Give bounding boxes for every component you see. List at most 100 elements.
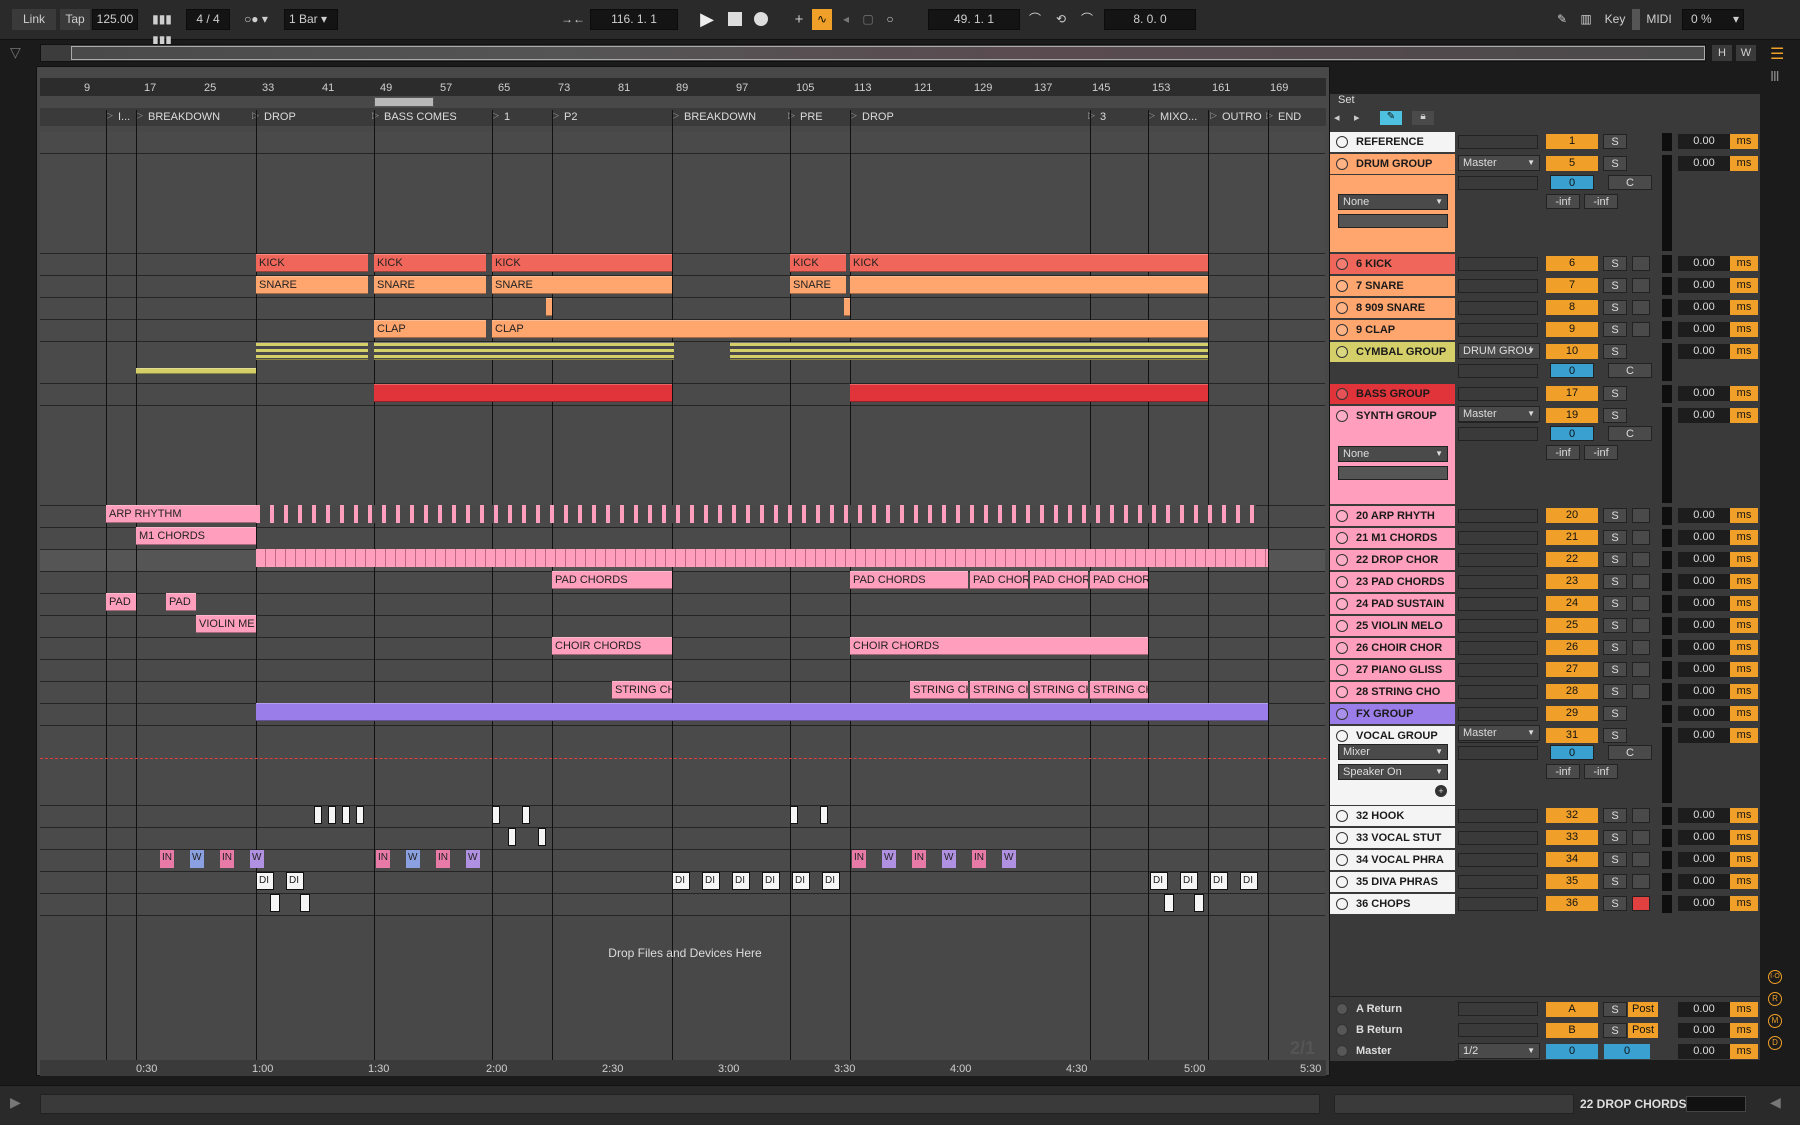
track-io-slot[interactable]: [1458, 257, 1538, 271]
track-header[interactable]: 33 VOCAL STUT: [1330, 828, 1455, 848]
solo-button[interactable]: S: [1603, 322, 1627, 337]
clip-vocal-stut[interactable]: [508, 828, 516, 846]
solo-button[interactable]: S: [1603, 408, 1627, 423]
master-pan[interactable]: 0: [1546, 1044, 1598, 1059]
arrangement-lane[interactable]: [40, 298, 1325, 320]
track-io-slot[interactable]: [1458, 875, 1538, 889]
locator-marker[interactable]: BREAKDOWN: [148, 110, 220, 124]
track-number[interactable]: 31: [1546, 728, 1598, 743]
solo-button[interactable]: S: [1603, 574, 1627, 589]
synth-input-select[interactable]: None: [1338, 446, 1448, 462]
song-position-field[interactable]: 116. 1. 1: [590, 9, 678, 30]
arrangement-lane[interactable]: [40, 660, 1325, 682]
clip-arp-rhythm-stripes[interactable]: [256, 505, 1256, 523]
clip-string[interactable]: STRING CH: [1030, 681, 1088, 699]
arm-button[interactable]: [1632, 574, 1650, 589]
midi-map-button[interactable]: MIDI: [1642, 9, 1676, 30]
track-number[interactable]: 10: [1546, 344, 1598, 359]
track-fold-icon[interactable]: [1336, 346, 1348, 358]
track-delay-unit[interactable]: ms: [1730, 134, 1758, 149]
clip-bass[interactable]: [850, 384, 1208, 402]
clip-diva-phrase[interactable]: DI: [672, 872, 690, 890]
clip-kick[interactable]: KICK: [256, 254, 368, 272]
track-fold-icon[interactable]: [1336, 410, 1348, 422]
clip-diva-phrase[interactable]: DI: [1240, 872, 1258, 890]
track-volume[interactable]: 0.00: [1678, 808, 1730, 823]
track-header[interactable]: 9 CLAP: [1330, 320, 1455, 340]
clip-hook[interactable]: [328, 806, 336, 824]
locator-marker[interactable]: DROP: [862, 110, 894, 124]
track-delay-unit[interactable]: ms: [1730, 618, 1758, 633]
solo-button[interactable]: S: [1603, 662, 1627, 677]
master-delay-unit[interactable]: ms: [1730, 1044, 1758, 1059]
loop-length-field[interactable]: 8. 0. 0: [1104, 9, 1196, 30]
track-delay-unit[interactable]: ms: [1730, 684, 1758, 699]
track-header[interactable]: 6 KICK: [1330, 254, 1455, 274]
clip-snare[interactable]: SNARE: [374, 276, 486, 294]
clip-hook[interactable]: [522, 806, 530, 824]
clip-hook[interactable]: [492, 806, 500, 824]
arm-button[interactable]: [1632, 300, 1650, 315]
return-b-letter[interactable]: B: [1546, 1023, 1598, 1038]
clip-bass[interactable]: [374, 384, 672, 402]
clip-kick[interactable]: KICK: [374, 254, 486, 272]
track-io-slot[interactable]: [1458, 279, 1538, 293]
arm-button[interactable]: [1632, 508, 1650, 523]
return-a-slot[interactable]: [1458, 1002, 1538, 1016]
track-delay-unit[interactable]: ms: [1730, 552, 1758, 567]
synth-pan[interactable]: 0: [1550, 426, 1594, 441]
track-volume[interactable]: 0.00: [1678, 684, 1730, 699]
clip-cymbal[interactable]: [374, 342, 674, 360]
arm-button[interactable]: [1632, 256, 1650, 271]
clip-vocal-phrase[interactable]: IN: [160, 850, 174, 868]
clip-diva-phrase[interactable]: DI: [256, 872, 274, 890]
return-b-slot[interactable]: [1458, 1023, 1538, 1037]
track-fold-icon[interactable]: [1336, 258, 1348, 270]
track-number[interactable]: 34: [1546, 852, 1598, 867]
track-delay-unit[interactable]: ms: [1730, 156, 1758, 171]
track-header[interactable]: VOCAL GROUP: [1330, 726, 1455, 746]
return-b-volume[interactable]: 0.00: [1678, 1023, 1730, 1038]
track-fold-icon[interactable]: [1336, 158, 1348, 170]
track-header[interactable]: 24 PAD SUSTAIN: [1330, 594, 1455, 614]
locator-marker[interactable]: PRE: [800, 110, 823, 124]
track-delay-unit[interactable]: ms: [1730, 344, 1758, 359]
pencil-icon[interactable]: ✎: [1380, 111, 1402, 125]
track-fold-icon[interactable]: [1336, 664, 1348, 676]
track-io-slot[interactable]: [1458, 509, 1538, 523]
solo-button[interactable]: S: [1603, 728, 1627, 743]
track-volume[interactable]: 0.00: [1678, 134, 1730, 149]
drum-pan[interactable]: 0: [1550, 175, 1594, 190]
w-button[interactable]: W: [1736, 45, 1756, 61]
track-delay-unit[interactable]: ms: [1730, 852, 1758, 867]
track-delay-unit[interactable]: ms: [1730, 596, 1758, 611]
track-delay-unit[interactable]: ms: [1730, 322, 1758, 337]
clip-vocal-phrase[interactable]: W: [190, 850, 204, 868]
arrangement-overview[interactable]: [40, 44, 1706, 62]
track-volume[interactable]: 0.00: [1678, 640, 1730, 655]
solo-button[interactable]: S: [1603, 344, 1627, 359]
track-delay-unit[interactable]: ms: [1730, 896, 1758, 911]
arm-button[interactable]: [1632, 640, 1650, 655]
vocal-center[interactable]: C: [1608, 745, 1652, 760]
arm-button[interactable]: [1632, 896, 1650, 911]
clip-vocal-phrase[interactable]: W: [882, 850, 896, 868]
track-header[interactable]: FX GROUP: [1330, 704, 1455, 724]
clip-chops[interactable]: [270, 894, 280, 912]
clip-vocal-phrase[interactable]: IN: [220, 850, 234, 868]
arm-button[interactable]: [1632, 830, 1650, 845]
clip-diva-phrase[interactable]: DI: [792, 872, 810, 890]
follow-icon[interactable]: →←: [558, 9, 588, 30]
clip-vocal-phrase[interactable]: IN: [436, 850, 450, 868]
track-fold-icon[interactable]: [1336, 532, 1348, 544]
arm-button[interactable]: [1632, 852, 1650, 867]
track-io-slot[interactable]: [1458, 553, 1538, 567]
scroll-right-icon[interactable]: ▸: [1354, 111, 1360, 124]
metronome-icon[interactable]: ○● ▾: [236, 9, 276, 30]
return-b-post[interactable]: Post: [1628, 1023, 1658, 1038]
track-fold-icon[interactable]: [1336, 876, 1348, 888]
track-number[interactable]: 6: [1546, 256, 1598, 271]
track-delay-unit[interactable]: ms: [1730, 574, 1758, 589]
arm-button[interactable]: [1632, 874, 1650, 889]
track-io-slot[interactable]: [1458, 597, 1538, 611]
